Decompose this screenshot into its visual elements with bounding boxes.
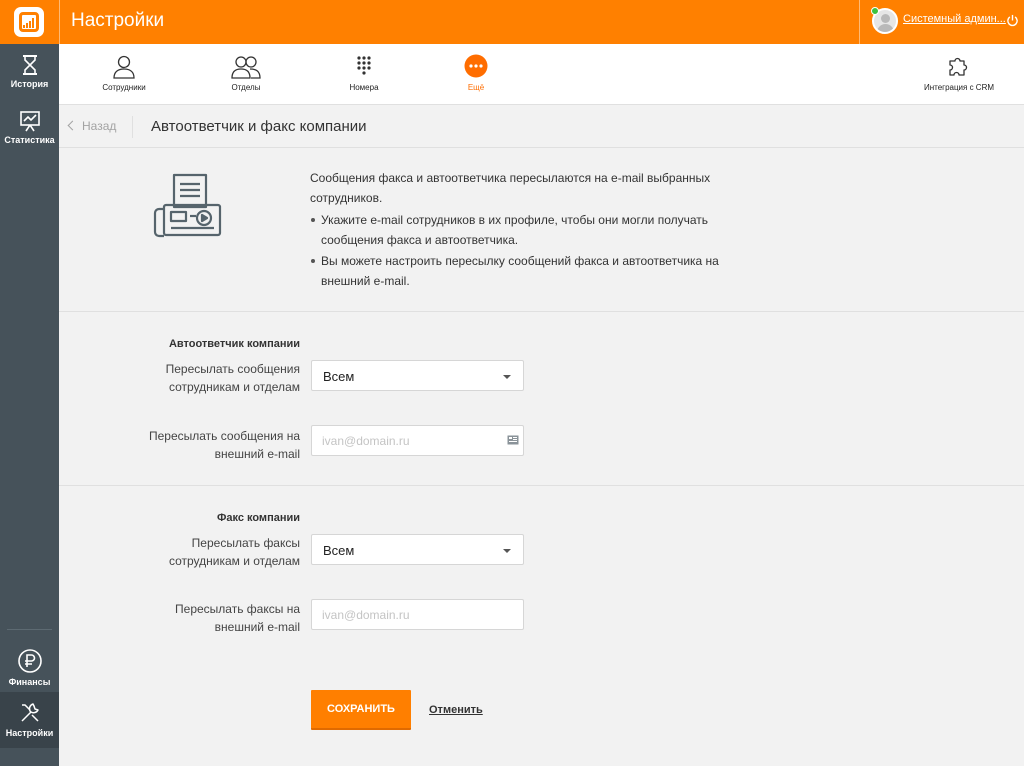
- tab-crm-integration[interactable]: Интеграция с CRM: [914, 44, 1004, 105]
- top-bar: Настройки Системный админ...: [0, 0, 1024, 44]
- cancel-link[interactable]: Отменить: [429, 704, 483, 716]
- tools-icon: [20, 703, 39, 722]
- users-icon: [231, 56, 261, 79]
- header-divider: [132, 116, 133, 138]
- sidebar-item-label: Финансы: [8, 677, 51, 687]
- sidebar: История Статистика Финансы Настройки: [0, 44, 59, 766]
- sidebar-item-label: История: [10, 79, 49, 89]
- power-icon[interactable]: [1006, 14, 1019, 27]
- save-button[interactable]: СОХРАНИТЬ: [311, 690, 411, 730]
- autoresponder-forward-employees-label: Пересылать сообщения сотрудникам и отдел…: [165, 362, 300, 394]
- tab-label: Сотрудники: [102, 83, 146, 92]
- page-title: Настройки: [71, 10, 165, 31]
- back-label: Назад: [82, 119, 117, 133]
- sidebar-item-settings[interactable]: Настройки: [0, 701, 59, 738]
- tab-label: Интеграция с CRM: [923, 83, 995, 92]
- tab-employees[interactable]: Сотрудники: [89, 44, 159, 105]
- info-description: Сообщения факса и автоответчика пересыла…: [310, 168, 730, 291]
- tab-label: Отделы: [231, 83, 261, 92]
- autoresponder-forward-email-label: Пересылать сообщения на внешний e-mail: [149, 429, 300, 461]
- sidebar-item-finance[interactable]: Финансы: [0, 648, 59, 687]
- section-heading: Автоответчик и факс компании: [151, 118, 367, 135]
- fax-forward-email-label: Пересылать факсы на внешний e-mail: [175, 602, 300, 634]
- info-bullet: Укажите e-mail сотрудников в их профиле,…: [310, 210, 730, 250]
- tab-numbers[interactable]: Номера: [329, 44, 399, 105]
- chart-board-icon: [19, 111, 40, 132]
- sidebar-divider: [7, 629, 52, 630]
- page-header: Назад Автоответчик и факс компании: [59, 106, 1024, 148]
- sidebar-item-statistics[interactable]: Статистика: [0, 110, 59, 145]
- fax-forward-employees-label: Пересылать факсы сотрудникам и отделам: [168, 536, 300, 568]
- contact-card-icon[interactable]: [507, 434, 519, 446]
- ruble-icon: [17, 649, 42, 673]
- puzzle-icon: [949, 57, 968, 76]
- fax-forward-employees-select[interactable]: Всем: [311, 534, 524, 565]
- user-icon: [113, 55, 135, 79]
- online-status-icon: [871, 7, 879, 15]
- info-intro: Сообщения факса и автоответчика пересыла…: [310, 171, 711, 205]
- top-divider: [59, 0, 60, 44]
- fax-email-input[interactable]: [311, 599, 524, 630]
- more-icon: [464, 54, 488, 78]
- sidebar-item-history[interactable]: История: [0, 54, 59, 89]
- tab-label: Ещё: [467, 83, 485, 92]
- chevron-down-icon: [503, 375, 511, 379]
- sidebar-item-label: Статистика: [4, 135, 55, 145]
- section-divider: [59, 311, 1024, 312]
- dialpad-icon: [357, 56, 371, 75]
- fax-machine-icon: [153, 173, 222, 238]
- tab-departments[interactable]: Отделы: [211, 44, 281, 105]
- user-name-link[interactable]: Системный админ...: [903, 13, 1006, 25]
- hourglass-icon: [22, 55, 37, 75]
- select-value: Всем: [323, 369, 355, 384]
- back-button[interactable]: Назад: [67, 119, 117, 133]
- tab-more[interactable]: Ещё: [441, 44, 511, 105]
- autoresponder-forward-employees-select[interactable]: Всем: [311, 360, 524, 391]
- chevron-left-icon: [67, 120, 78, 131]
- top-divider-right: [859, 0, 860, 44]
- app-logo-icon[interactable]: [14, 7, 44, 37]
- select-value: Всем: [323, 543, 355, 558]
- settings-nav: Сотрудники Отделы Номера Ещё Интеграция …: [59, 44, 1024, 105]
- chevron-down-icon: [503, 549, 511, 553]
- autoresponder-email-input[interactable]: [311, 425, 524, 456]
- fax-section-title: Факс компании: [216, 512, 300, 524]
- info-bullet: Вы можете настроить пересылку сообщений …: [310, 251, 730, 291]
- autoresponder-section-title: Автоответчик компании: [168, 338, 300, 350]
- info-bullets: Укажите e-mail сотрудников в их профиле,…: [310, 210, 730, 291]
- tab-label: Номера: [349, 83, 379, 92]
- section-divider: [59, 485, 1024, 486]
- sidebar-item-label: Настройки: [5, 728, 54, 738]
